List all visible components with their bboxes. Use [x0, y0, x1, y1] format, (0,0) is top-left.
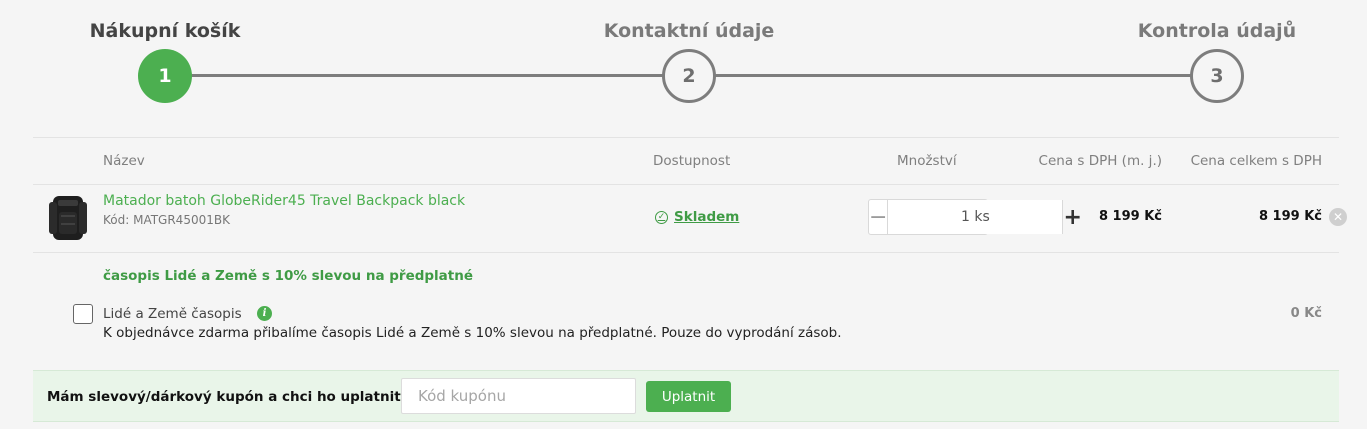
step-1-label: Nákupní košík	[89, 20, 241, 42]
info-icon[interactable]: i	[257, 306, 272, 321]
availability-label: Skladem	[674, 209, 740, 225]
total-price: 8 199 Kč	[1258, 209, 1322, 224]
availability-link[interactable]: ✓ Skladem	[655, 209, 739, 225]
header-total-price: Cena celkem s DPH	[1190, 153, 1322, 169]
product-name-link[interactable]: Matador batoh GlobeRider45 Travel Backpa…	[103, 193, 465, 209]
product-code: Kód: MATGR45001BK	[103, 213, 230, 227]
step-2-circle[interactable]: 2	[662, 49, 716, 103]
step-2-label: Kontaktní údaje	[603, 20, 775, 42]
promo-title: časopis Lidé a Země s 10% slevou na před…	[103, 268, 474, 284]
promo-checkbox[interactable]	[73, 304, 93, 324]
header-availability: Dostupnost	[653, 153, 731, 169]
promo-name: Lidé a Země časopis	[103, 306, 242, 322]
step-3-label: Kontrola údajů	[1137, 20, 1297, 42]
promo-price: 0 Kč	[1290, 306, 1322, 321]
header-name: Název	[103, 153, 145, 169]
backpack-image[interactable]	[45, 192, 90, 242]
step-1-circle[interactable]: 1	[138, 49, 192, 103]
divider	[33, 137, 1339, 138]
checkout-stepper: Nákupní košík 1 Kontaktní údaje 2 Kontro…	[0, 0, 1367, 130]
decrease-quantity-button[interactable]: −	[869, 200, 887, 234]
apply-coupon-button[interactable]: Uplatnit	[646, 381, 731, 412]
divider	[33, 184, 1339, 185]
increase-quantity-button[interactable]: +	[1063, 200, 1081, 234]
header-unit-price: Cena s DPH (m. j.)	[1038, 153, 1162, 169]
check-circle-icon: ✓	[655, 210, 668, 224]
coupon-code-input[interactable]	[401, 378, 636, 414]
remove-item-icon[interactable]: ✕	[1329, 208, 1347, 226]
coupon-label: Mám slevový/dárkový kupón a chci ho upla…	[47, 389, 407, 405]
unit-price: 8 199 Kč	[1098, 209, 1162, 224]
promo-description: K objednávce zdarma přibalíme časopis Li…	[103, 325, 842, 341]
step-3-circle[interactable]: 3	[1190, 49, 1244, 103]
header-quantity: Množství	[897, 153, 957, 169]
quantity-input[interactable]	[887, 200, 1064, 234]
divider	[33, 252, 1339, 253]
quantity-stepper: − +	[868, 199, 1082, 235]
